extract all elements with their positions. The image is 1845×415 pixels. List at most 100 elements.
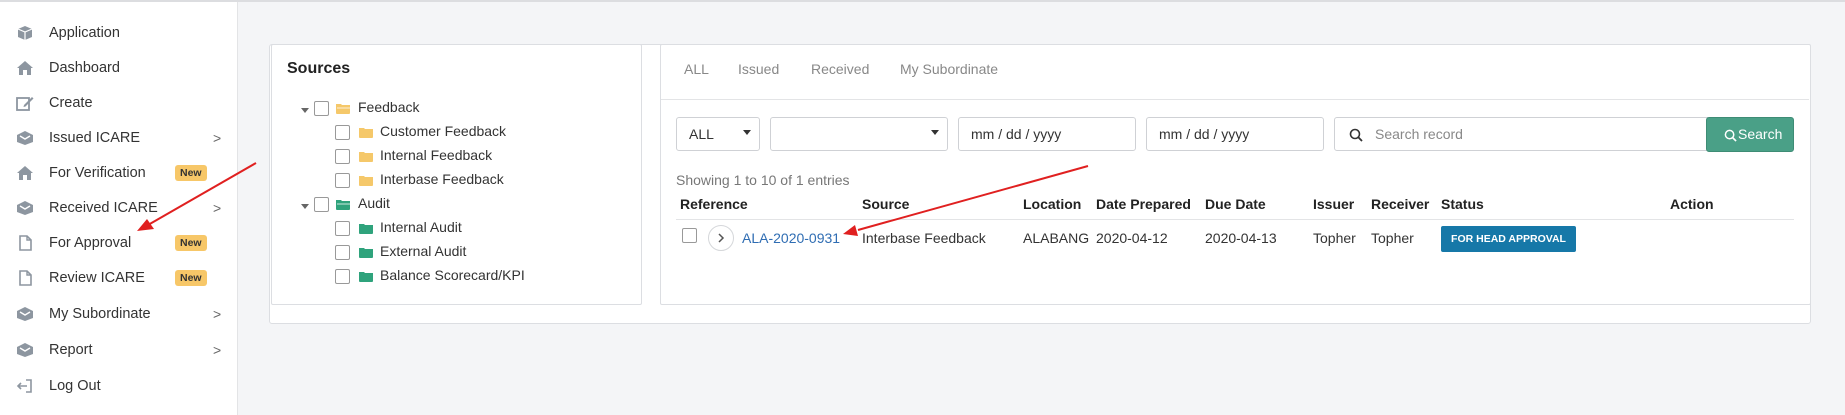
reference-link[interactable]: ALA-2020-0931 bbox=[742, 230, 840, 246]
tab-received[interactable]: Received bbox=[811, 61, 869, 77]
search-button-label: Search bbox=[1738, 126, 1783, 142]
sidebar-item-received-icare[interactable]: Received ICARE > bbox=[0, 191, 237, 225]
chevron-right-icon: > bbox=[213, 200, 222, 216]
date-to-placeholder: mm / dd / yyyy bbox=[1159, 126, 1250, 142]
sidebar-item-for-approval[interactable]: For Approval New bbox=[0, 226, 237, 260]
sidebar-item-label: Application bbox=[49, 25, 120, 41]
sidebar-item-my-subordinate[interactable]: My Subordinate > bbox=[0, 297, 237, 331]
sidebar-item-for-verification[interactable]: For Verification New bbox=[0, 156, 237, 190]
sidebar-item-label: Report bbox=[49, 342, 93, 358]
sidebar-item-label: Received ICARE bbox=[49, 200, 158, 216]
tree-label-internal-audit: Internal Audit bbox=[380, 219, 462, 235]
tree-label-feedback: Feedback bbox=[358, 99, 420, 115]
search-icon bbox=[1349, 128, 1363, 142]
new-badge: New bbox=[175, 235, 207, 251]
tree-label-internal-feedback: Internal Feedback bbox=[380, 147, 493, 163]
tab-issued[interactable]: Issued bbox=[738, 61, 779, 77]
status-badge: FOR HEAD APPROVAL bbox=[1441, 226, 1576, 252]
col-header-reference[interactable]: Reference bbox=[680, 196, 748, 212]
sidebar-item-label: For Verification bbox=[49, 165, 146, 181]
inbox-icon bbox=[17, 343, 33, 357]
sources-title: Sources bbox=[287, 60, 351, 77]
date-from-placeholder: mm / dd / yyyy bbox=[971, 126, 1062, 142]
col-header-status[interactable]: Status bbox=[1441, 196, 1484, 212]
inbox-icon bbox=[17, 307, 33, 321]
entries-info: Showing 1 to 10 of 1 entries bbox=[676, 172, 850, 188]
sidebar-item-label: Issued ICARE bbox=[49, 130, 141, 146]
checkbox-internal-audit[interactable] bbox=[335, 221, 350, 236]
cell-due-date: 2020-04-13 bbox=[1205, 230, 1277, 246]
col-header-receiver[interactable]: Receiver bbox=[1371, 196, 1429, 212]
chevron-right-icon: > bbox=[213, 306, 222, 322]
search-placeholder: Search record bbox=[1375, 126, 1463, 142]
row-checkbox[interactable] bbox=[682, 228, 697, 243]
sidebar-item-issued-icare[interactable]: Issued ICARE > bbox=[0, 121, 237, 155]
top-border bbox=[0, 0, 1845, 2]
folder-icon bbox=[359, 152, 373, 162]
cell-location: ALABANG bbox=[1023, 230, 1090, 246]
file-icon bbox=[19, 270, 32, 286]
tabs-divider bbox=[661, 99, 1809, 100]
checkbox-customer-feedback[interactable] bbox=[335, 125, 350, 140]
checkbox-internal-feedback[interactable] bbox=[335, 149, 350, 164]
folder-icon bbox=[359, 272, 373, 282]
col-header-due-date[interactable]: Due Date bbox=[1205, 196, 1266, 212]
col-header-action: Action bbox=[1670, 196, 1714, 212]
row-expand-button[interactable] bbox=[708, 225, 734, 251]
checkbox-balance-scorecard[interactable] bbox=[335, 269, 350, 284]
search-button[interactable]: Search bbox=[1706, 117, 1794, 152]
folder-icon bbox=[359, 176, 373, 186]
chevron-down-icon bbox=[743, 130, 751, 135]
cell-receiver: Topher bbox=[1371, 230, 1414, 246]
date-to-field[interactable]: mm / dd / yyyy bbox=[1146, 117, 1324, 151]
sources-panel: Sources Feedback Customer Feedback Inter… bbox=[271, 44, 642, 305]
sidebar-item-dashboard[interactable]: Dashboard bbox=[0, 51, 237, 85]
home-icon bbox=[17, 61, 33, 75]
sidebar-item-label: Log Out bbox=[49, 378, 101, 394]
tab-all[interactable]: ALL bbox=[684, 61, 709, 77]
source-select[interactable] bbox=[770, 117, 948, 151]
chevron-down-icon bbox=[931, 130, 939, 135]
sidebar-item-review-icare[interactable]: Review ICARE New bbox=[0, 261, 237, 295]
inbox-icon bbox=[17, 131, 33, 145]
col-header-source[interactable]: Source bbox=[862, 196, 909, 212]
checkbox-external-audit[interactable] bbox=[335, 245, 350, 260]
col-header-date-prepared[interactable]: Date Prepared bbox=[1096, 196, 1191, 212]
checkbox-interbase-feedback[interactable] bbox=[335, 173, 350, 188]
sidebar-item-label: Dashboard bbox=[49, 60, 120, 76]
type-select[interactable]: ALL bbox=[676, 117, 760, 151]
date-from-field[interactable]: mm / dd / yyyy bbox=[958, 117, 1136, 151]
tab-my-subordinate[interactable]: My Subordinate bbox=[900, 61, 998, 77]
sidebar-item-log-out[interactable]: Log Out bbox=[0, 369, 237, 403]
tree-label-external-audit: External Audit bbox=[380, 243, 467, 259]
caret-down-icon[interactable] bbox=[301, 108, 309, 113]
folder-open-icon bbox=[336, 104, 350, 114]
chevron-right-icon: > bbox=[213, 342, 222, 358]
sidebar-item-create[interactable]: Create bbox=[0, 86, 237, 120]
logout-icon bbox=[16, 379, 32, 393]
chevron-right-icon bbox=[718, 233, 725, 243]
folder-icon bbox=[359, 224, 373, 234]
checkbox-feedback[interactable] bbox=[314, 101, 329, 116]
edit-icon bbox=[16, 97, 34, 111]
sidebar-item-label: Review ICARE bbox=[49, 270, 145, 286]
col-header-issuer[interactable]: Issuer bbox=[1313, 196, 1354, 212]
col-header-location[interactable]: Location bbox=[1023, 196, 1081, 212]
new-badge: New bbox=[175, 270, 207, 286]
package-icon bbox=[17, 26, 33, 40]
sidebar-item-report[interactable]: Report > bbox=[0, 333, 237, 367]
tree-label-customer-feedback: Customer Feedback bbox=[380, 123, 507, 139]
cell-issuer: Topher bbox=[1313, 230, 1356, 246]
home-icon bbox=[17, 166, 33, 180]
folder-icon bbox=[359, 248, 373, 258]
chevron-right-icon: > bbox=[213, 130, 222, 146]
search-input[interactable]: Search record bbox=[1334, 117, 1708, 151]
sidebar-item-label: My Subordinate bbox=[49, 306, 151, 322]
inbox-icon bbox=[17, 201, 33, 215]
cell-source: Interbase Feedback bbox=[862, 230, 986, 246]
caret-down-icon[interactable] bbox=[301, 204, 309, 209]
folder-open-icon bbox=[336, 200, 350, 210]
checkbox-audit[interactable] bbox=[314, 197, 329, 212]
sidebar-item-application[interactable]: Application bbox=[0, 16, 237, 50]
search-icon bbox=[1724, 129, 1737, 142]
